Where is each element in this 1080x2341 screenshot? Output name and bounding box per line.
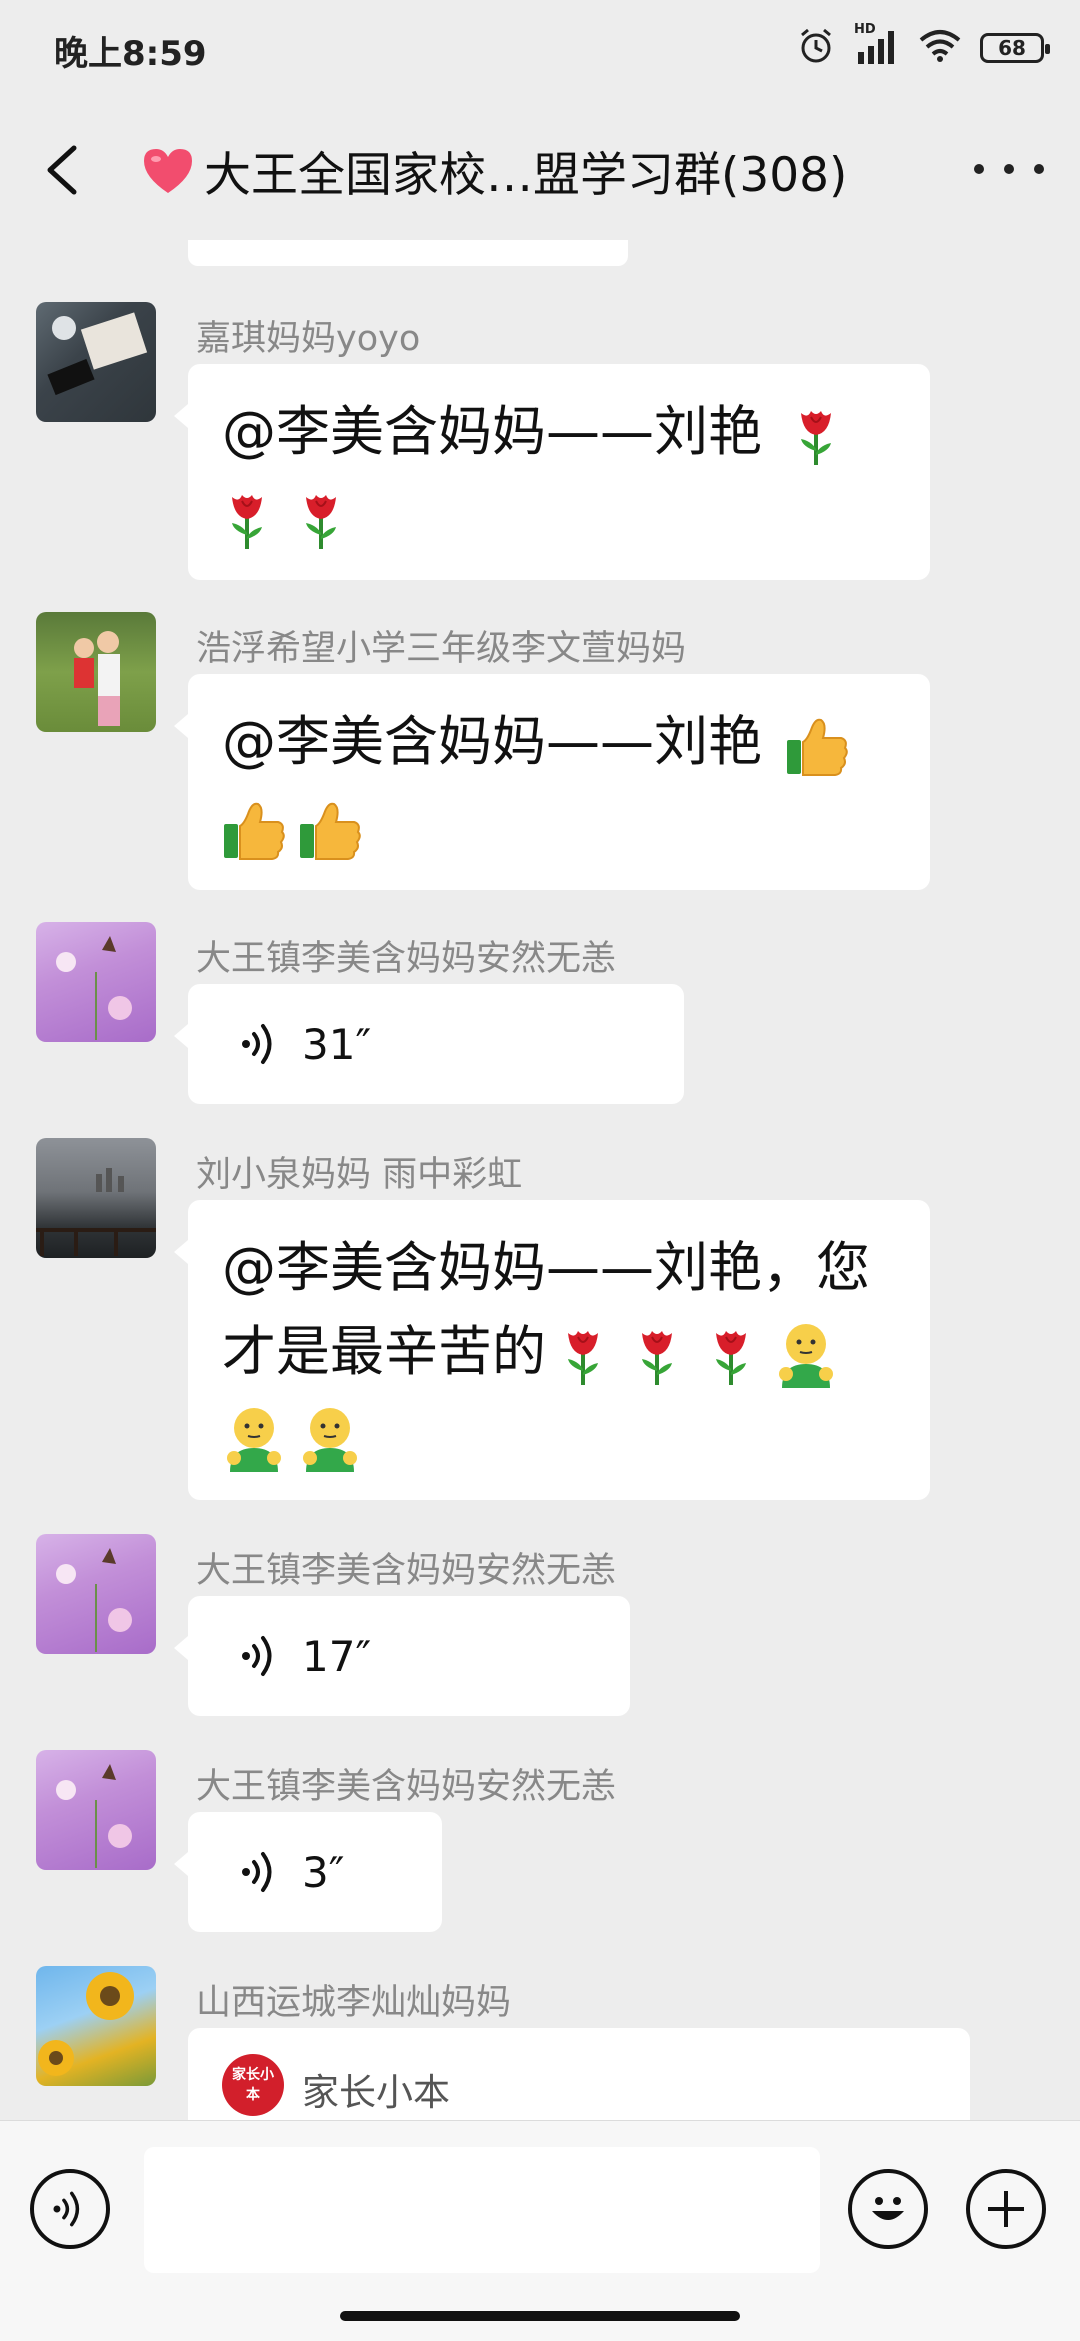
avatar[interactable]	[36, 1534, 156, 1654]
sender-name: 大王镇李美含妈妈安然无恙	[196, 1551, 617, 1591]
alarm-icon	[796, 26, 836, 70]
input-bar	[0, 2120, 1080, 2341]
card-name: 家长小本	[302, 2071, 450, 2114]
back-arrow-icon[interactable]	[36, 140, 92, 200]
status-time: 晚上8:59	[54, 34, 207, 74]
plus-icon[interactable]	[966, 2169, 1046, 2249]
voice-play-icon	[240, 1636, 272, 1676]
avatar[interactable]	[36, 922, 156, 1042]
message-text: @李美含妈妈——刘艳	[222, 710, 762, 773]
rose-emoji	[714, 1329, 748, 1388]
message-text: @李美含妈妈——刘艳	[222, 400, 762, 463]
rose-emoji	[799, 409, 834, 468]
message-input[interactable]	[144, 2147, 820, 2273]
avatar[interactable]	[36, 302, 156, 422]
avatar[interactable]	[36, 612, 156, 732]
rose-emoji	[304, 493, 338, 552]
thumbs-up-emoji	[786, 719, 848, 777]
avatar[interactable]	[36, 1138, 156, 1258]
voice-message[interactable]: 17″	[174, 1596, 630, 1716]
signal-icon: HD	[854, 22, 900, 70]
chat-list[interactable]: 嘉琪妈妈yoyo @李美含妈妈——刘艳 浩浮希望小学三年级李文萱妈妈 @李美含妈…	[0, 240, 1080, 2120]
voice-duration: 3″	[302, 1847, 345, 1897]
sender-name: 浩浮希望小学三年级李文萱妈妈	[196, 629, 687, 669]
hd-label: HD	[854, 22, 876, 37]
message-text-line2: 才是最辛苦的	[222, 1320, 546, 1383]
avatar[interactable]	[36, 1750, 156, 1870]
sender-name: 大王镇李美含妈妈安然无恙	[196, 939, 617, 979]
status-bar: 晚上8:59 HD 68	[0, 0, 1080, 100]
voice-duration: 31″	[302, 1019, 372, 1069]
voice-input-icon[interactable]	[30, 2169, 110, 2249]
more-icon[interactable]	[974, 144, 1044, 194]
voice-message[interactable]: 31″	[174, 984, 684, 1104]
chat-header: 大王全国家校…盟学习群(308)	[0, 100, 1080, 240]
voice-play-icon	[240, 1852, 272, 1892]
message-bubble[interactable]: @李美含妈妈——刘艳	[174, 674, 930, 890]
emoji-icon[interactable]	[848, 2169, 928, 2249]
thumbs-up-emoji	[299, 803, 361, 861]
rose-emoji	[230, 493, 264, 552]
heart-emoji-icon	[144, 148, 192, 193]
sender-name: 刘小泉妈妈 雨中彩虹	[196, 1155, 523, 1195]
voice-message[interactable]: 3″	[174, 1812, 442, 1932]
sender-name: 山西运城李灿灿妈妈	[196, 1983, 512, 2023]
previous-message-bubble[interactable]	[188, 240, 628, 266]
battery-icon: 68	[980, 33, 1050, 63]
rose-emoji	[566, 1329, 600, 1388]
chat-title-text: 大王全国家校…盟学习群(308)	[204, 148, 848, 203]
card-logo: 家长小本	[222, 2054, 284, 2116]
hug-emoji	[302, 1407, 358, 1474]
message-bubble[interactable]: @李美含妈妈——刘艳	[174, 364, 930, 580]
voice-duration: 17″	[302, 1631, 372, 1681]
rose-emoji	[640, 1329, 674, 1388]
sender-name: 大王镇李美含妈妈安然无恙	[196, 1767, 617, 1807]
hug-emoji	[778, 1323, 834, 1390]
message-text: @李美含妈妈——刘艳，您	[222, 1236, 870, 1299]
avatar[interactable]	[36, 1966, 156, 2086]
mini-program-card[interactable]: 家长小本 家长小本	[188, 2028, 970, 2120]
sender-name: 嘉琪妈妈yoyo	[196, 319, 421, 359]
status-icons: HD 68	[796, 22, 1050, 72]
thumbs-up-emoji	[223, 803, 285, 861]
voice-play-icon	[240, 1024, 272, 1064]
message-bubble[interactable]: @李美含妈妈——刘艳，您 才是最辛苦的	[174, 1200, 930, 1500]
home-indicator	[340, 2311, 740, 2321]
chat-title[interactable]: 大王全国家校…盟学习群(308)	[140, 136, 970, 205]
wifi-icon	[918, 28, 962, 68]
hug-emoji	[226, 1407, 282, 1474]
